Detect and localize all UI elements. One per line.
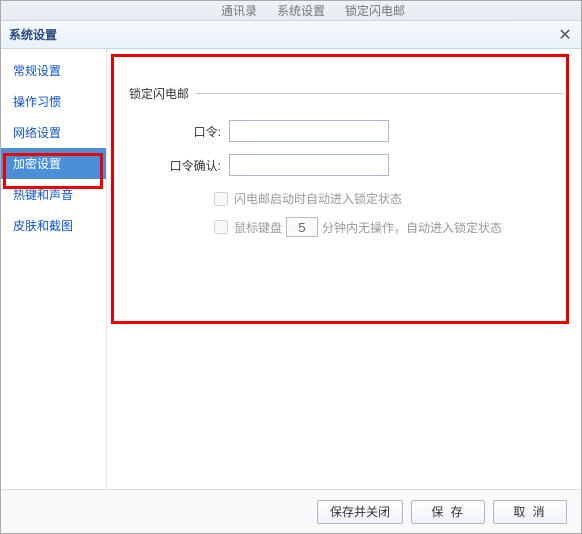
sidebar-item-network[interactable]: 网络设置 — [1, 117, 106, 148]
dialog-body: 常规设置 操作习惯 网络设置 加密设置 热键和声音 皮肤和截图 锁定闪电邮 口令… — [1, 49, 581, 489]
top-tab[interactable]: 锁定闪电邮 — [345, 2, 405, 19]
content-panel: 锁定闪电邮 口令: 口令确认: 闪电邮启动时自动进入锁定状态 — [107, 49, 581, 489]
top-tab[interactable]: 通讯录 — [221, 2, 257, 19]
sidebar: 常规设置 操作习惯 网络设置 加密设置 热键和声音 皮肤和截图 — [1, 49, 107, 489]
section-legend-row: 锁定闪电邮 — [129, 85, 563, 102]
save-button[interactable]: 保 存 — [411, 500, 485, 524]
section-legend: 锁定闪电邮 — [129, 85, 195, 102]
save-close-button[interactable]: 保存并关闭 — [317, 500, 403, 524]
password-row: 口令: — [129, 120, 563, 142]
confirm-input[interactable] — [229, 154, 389, 176]
footer: 保存并关闭 保 存 取 消 — [1, 489, 581, 533]
top-tabs-bar: 通讯录 系统设置 锁定闪电邮 — [1, 1, 581, 21]
autolock-idle-prefix: 鼠标键盘 — [234, 219, 282, 236]
lock-section: 锁定闪电邮 口令: 口令确认: 闪电邮启动时自动进入锁定状态 — [129, 85, 563, 237]
confirm-label: 口令确认: — [129, 157, 229, 174]
idle-minutes-input[interactable] — [286, 217, 318, 237]
autolock-startup-label: 闪电邮启动时自动进入锁定状态 — [234, 190, 402, 207]
password-label: 口令: — [129, 123, 229, 140]
settings-window: 通讯录 系统设置 锁定闪电邮 系统设置 ✕ 常规设置 操作习惯 网络设置 加密设… — [0, 0, 582, 534]
autolock-idle-checkbox[interactable] — [214, 220, 228, 234]
legend-line — [195, 93, 563, 94]
sidebar-item-general[interactable]: 常规设置 — [1, 55, 106, 86]
autolock-idle-row: 鼠标键盘 分钟内无操作，自动进入锁定状态 — [214, 217, 563, 237]
cancel-button[interactable]: 取 消 — [493, 500, 567, 524]
close-icon[interactable]: ✕ — [555, 25, 575, 45]
sidebar-item-encryption[interactable]: 加密设置 — [1, 148, 106, 179]
title-bar: 系统设置 ✕ — [1, 21, 581, 49]
window-title: 系统设置 — [9, 26, 57, 43]
confirm-row: 口令确认: — [129, 154, 563, 176]
top-tab[interactable]: 系统设置 — [277, 2, 325, 19]
password-input[interactable] — [229, 120, 389, 142]
sidebar-item-hotkey[interactable]: 热键和声音 — [1, 179, 106, 210]
autolock-startup-row: 闪电邮启动时自动进入锁定状态 — [214, 190, 563, 207]
sidebar-item-habit[interactable]: 操作习惯 — [1, 86, 106, 117]
autolock-idle-suffix: 分钟内无操作，自动进入锁定状态 — [322, 219, 502, 236]
autolock-startup-checkbox[interactable] — [214, 192, 228, 206]
sidebar-item-skin[interactable]: 皮肤和截图 — [1, 210, 106, 241]
